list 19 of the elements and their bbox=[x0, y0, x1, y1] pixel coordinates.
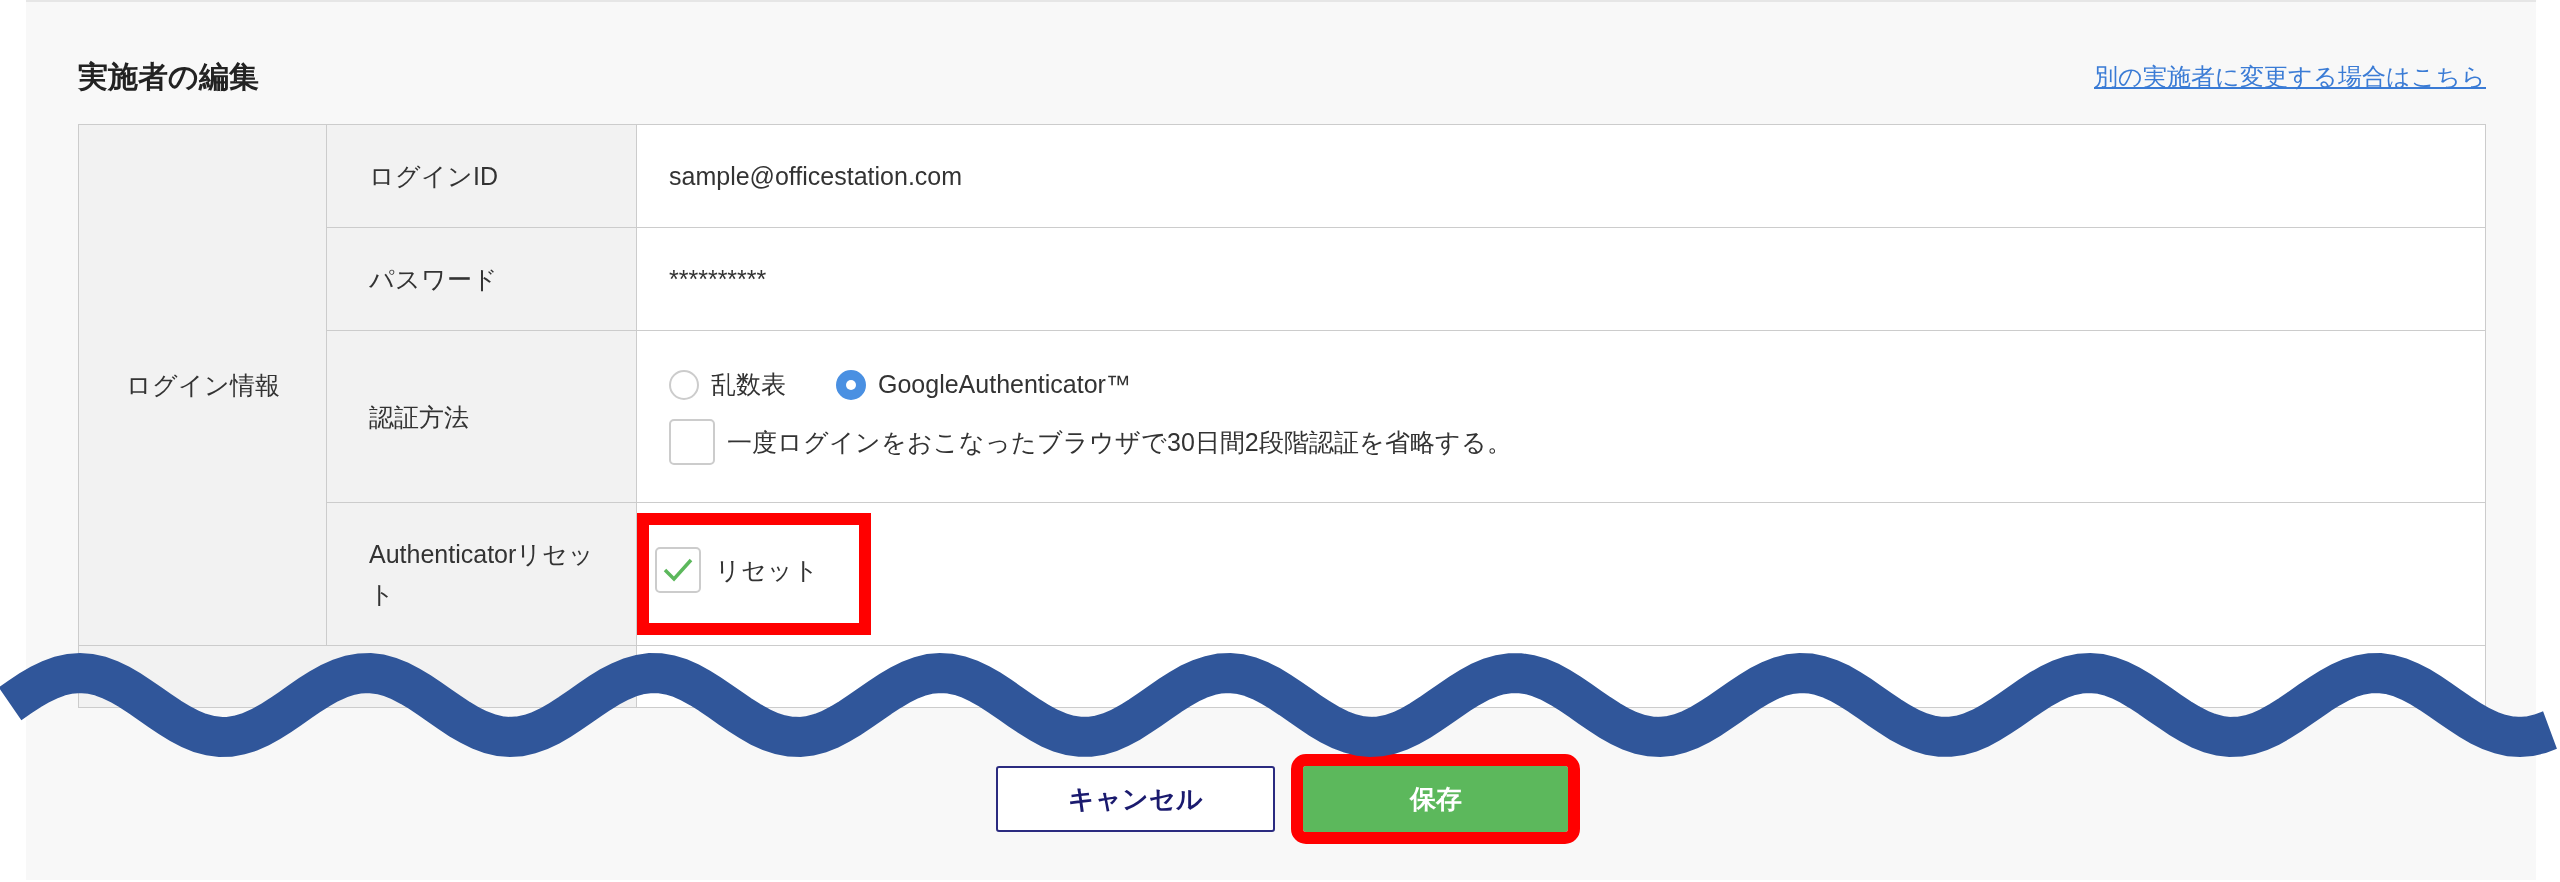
group-label: ログイン情報 bbox=[125, 369, 280, 401]
radio-label: GoogleAuthenticator™ bbox=[878, 370, 1131, 399]
checkmark-icon bbox=[662, 557, 694, 583]
cancel-button[interactable]: キャンセル bbox=[996, 766, 1275, 832]
checkbox-label: 一度ログインをおこなったブラウザで30日間2段階認証を省略する。 bbox=[727, 426, 1512, 458]
field-label: Authenticatorリセット bbox=[369, 539, 596, 610]
checkbox[interactable] bbox=[655, 547, 701, 593]
radio-label: 乱数表 bbox=[711, 369, 786, 400]
field-label: ログインID bbox=[369, 161, 498, 192]
section-title: 実施者の編集 bbox=[78, 58, 259, 95]
radio-button[interactable] bbox=[669, 369, 699, 400]
checkbox[interactable] bbox=[669, 419, 715, 465]
checkbox-label: リセット bbox=[715, 554, 819, 586]
radio-button[interactable] bbox=[836, 369, 866, 400]
field-label: 認証方法 bbox=[369, 401, 469, 433]
field-value: sample@officestation.com bbox=[669, 161, 963, 191]
field-label: パスワード bbox=[369, 264, 498, 295]
field-value: ********** bbox=[669, 264, 767, 294]
change-link[interactable]: 別の実施者に変更する場合はこちら bbox=[2094, 61, 2486, 93]
